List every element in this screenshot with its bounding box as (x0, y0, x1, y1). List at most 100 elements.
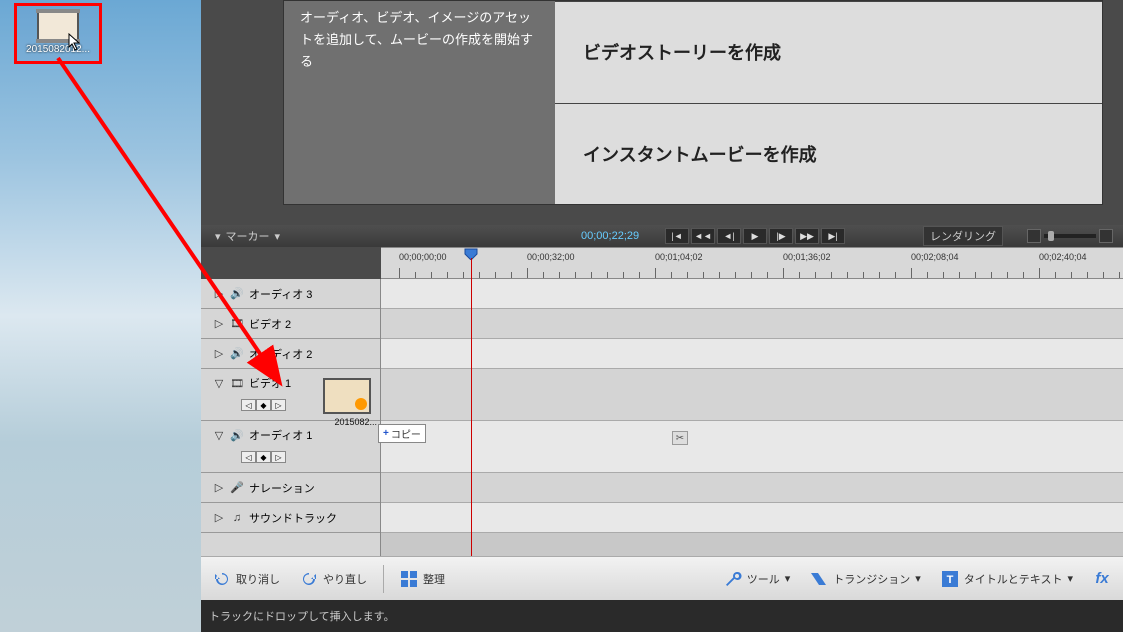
goto-end-button[interactable]: ▶| (821, 228, 845, 244)
next-frame-button[interactable]: ▶▶ (795, 228, 819, 244)
track-header-audio2[interactable]: ▷ 🔊 オーディオ 2 (201, 339, 380, 369)
track-label: サウンドトラック (249, 510, 337, 526)
track-label: ビデオ 2 (249, 316, 291, 332)
video-editor-app: メディアを追加 オーディオ、ビデオ、イメージのアセットを追加して、ムービーの作成… (201, 0, 1123, 632)
film-icon[interactable]: 🎞 (231, 377, 243, 389)
prev-key-icon[interactable]: ◁ (241, 451, 256, 463)
track-label: オーディオ 2 (249, 346, 312, 362)
lane-audio3[interactable] (381, 279, 1123, 309)
lane-soundtrack[interactable] (381, 503, 1123, 533)
undo-button[interactable]: 取り消し (209, 567, 284, 591)
copy-tooltip: コピー (378, 424, 426, 443)
lane-video1[interactable] (381, 369, 1123, 421)
track-header-audio1[interactable]: ▽ 🔊 オーディオ 1 ◁ ◆ ▷ (201, 421, 380, 473)
separator (383, 565, 384, 593)
ruler-tick-label: 00;02;08;04 (911, 252, 959, 262)
track-header-audio3[interactable]: ▷ 🔊 オーディオ 3 (201, 279, 380, 309)
speaker-icon[interactable]: 🔊 (231, 429, 243, 441)
redo-button[interactable]: やり直し (296, 567, 371, 591)
caret-down-icon: ▾ (215, 230, 221, 243)
tools-label: ツール (747, 571, 780, 587)
cut-marker-icon[interactable]: ✂ (672, 431, 688, 445)
grid-icon (400, 570, 418, 588)
transport-bar: ▾ マーカー ▾ 00;00;22;29 |◄ ◄◄ ◄| ▶ |▶ ▶▶ ▶|… (201, 225, 1123, 247)
collapse-icon[interactable]: ▽ (213, 377, 225, 389)
film-icon[interactable]: 🎞 (231, 318, 243, 330)
caret-down-icon: ▾ (915, 572, 921, 585)
transition-icon (810, 570, 828, 588)
step-back-button[interactable]: ◄| (717, 228, 741, 244)
speaker-icon[interactable]: 🔊 (231, 348, 243, 360)
track-header-narration[interactable]: ▷ 🎤 ナレーション (201, 473, 380, 503)
expand-icon[interactable]: ▷ (213, 482, 225, 494)
lane-video2[interactable] (381, 309, 1123, 339)
ruler-tick-label: 00;01;36;02 (783, 252, 831, 262)
expand-icon[interactable]: ▷ (213, 318, 225, 330)
undo-label: 取り消し (236, 571, 280, 587)
lane-audio1[interactable] (381, 421, 1123, 473)
tools-button[interactable]: ツール ▾ (720, 567, 795, 591)
step-fwd-button[interactable]: |▶ (769, 228, 793, 244)
start-options: ビデオストーリーを作成 インスタントムービーを作成 (555, 1, 1102, 204)
transport-controls: |◄ ◄◄ ◄| ▶ |▶ ▶▶ ▶| (665, 228, 845, 244)
lane-narration[interactable] (381, 473, 1123, 503)
prev-key-icon[interactable]: ◁ (241, 399, 256, 411)
track-label: オーディオ 3 (249, 286, 312, 302)
marker-label: マーカー (226, 228, 270, 244)
status-bar: トラックにドロップして挿入します。 (201, 600, 1123, 632)
track-label: ビデオ 1 (249, 375, 291, 391)
create-instant-movie-button[interactable]: インスタントムービーを作成 (555, 103, 1102, 205)
add-media-card[interactable]: メディアを追加 オーディオ、ビデオ、イメージのアセットを追加して、ムービーの作成… (284, 1, 555, 204)
start-panel: メディアを追加 オーディオ、ビデオ、イメージのアセットを追加して、ムービーの作成… (283, 0, 1103, 205)
zoom-slider[interactable] (1044, 234, 1096, 238)
track-label: オーディオ 1 (249, 427, 312, 443)
track-header-soundtrack[interactable]: ▷ ♫ サウンドトラック (201, 503, 380, 533)
transitions-button[interactable]: トランジション ▾ (806, 567, 925, 591)
redo-icon (300, 570, 318, 588)
prev-frame-button[interactable]: ◄◄ (691, 228, 715, 244)
mic-icon[interactable]: 🎤 (231, 482, 243, 494)
timeline: ▷ 🔊 オーディオ 3 ▷ 🎞 ビデオ 2 ▷ 🔊 オーディオ 2 ▽ 🎞 ビデ… (201, 279, 1123, 556)
play-button[interactable]: ▶ (743, 228, 767, 244)
text-icon: T (941, 570, 959, 588)
titles-button[interactable]: T タイトルとテキスト ▾ (937, 567, 1077, 591)
add-key-icon[interactable]: ◆ (256, 399, 271, 411)
timeline-ruler[interactable]: 00;00;00;0000;00;32;0000;01;04;0200;01;3… (381, 247, 1123, 279)
dragged-clip-thumb[interactable] (323, 378, 371, 414)
track-header-video2[interactable]: ▷ 🎞 ビデオ 2 (201, 309, 380, 339)
render-button[interactable]: レンダリング (923, 226, 1003, 246)
track-lanes[interactable]: ✂ (381, 279, 1123, 556)
keyframe-nav: ◁ ◆ ▷ (213, 451, 380, 463)
copy-tooltip-text: コピー (391, 426, 421, 441)
cursor-icon (68, 33, 82, 51)
expand-icon[interactable]: ▷ (213, 348, 225, 360)
desktop-background (0, 0, 201, 632)
desktop-file-icon[interactable]: 2015082012... (14, 3, 102, 64)
next-key-icon[interactable]: ▷ (271, 399, 286, 411)
marker-dropdown[interactable]: ▾ マーカー ▾ (215, 228, 280, 244)
organize-label: 整理 (423, 571, 445, 587)
bottom-toolbar: 取り消し やり直し 整理 ツール ▾ トランジション ▾ T タイトルとテキスト… (201, 556, 1123, 600)
timecode-display[interactable]: 00;00;22;29 (581, 230, 639, 242)
track-label: ナレーション (249, 480, 315, 496)
effects-button[interactable]: fx (1089, 567, 1115, 591)
add-key-icon[interactable]: ◆ (256, 451, 271, 463)
zoom-out-icon[interactable] (1027, 229, 1041, 243)
caret-down-icon: ▾ (785, 572, 791, 585)
expand-icon[interactable]: ▷ (213, 288, 225, 300)
expand-icon[interactable]: ▷ (213, 512, 225, 524)
goto-start-button[interactable]: |◄ (665, 228, 689, 244)
zoom-in-icon[interactable] (1099, 229, 1113, 243)
music-icon[interactable]: ♫ (231, 512, 243, 524)
create-video-story-button[interactable]: ビデオストーリーを作成 (555, 1, 1102, 103)
caret-down-icon: ▾ (275, 230, 281, 243)
speaker-icon[interactable]: 🔊 (231, 288, 243, 300)
lane-audio2[interactable] (381, 339, 1123, 369)
wrench-icon (724, 570, 742, 588)
zoom-controls (1027, 229, 1113, 243)
ruler-tick-label: 00;00;32;00 (527, 252, 575, 262)
organize-button[interactable]: 整理 (396, 567, 449, 591)
redo-label: やり直し (323, 571, 367, 587)
collapse-icon[interactable]: ▽ (213, 429, 225, 441)
next-key-icon[interactable]: ▷ (271, 451, 286, 463)
